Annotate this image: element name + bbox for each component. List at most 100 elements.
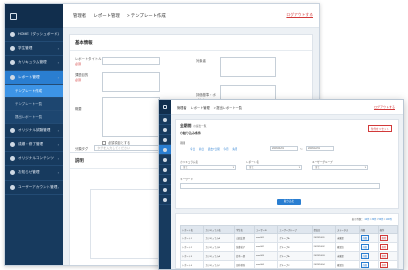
sidebar-item-label: レポート管理 (18, 74, 40, 79)
delete-button[interactable]: 削除 (379, 253, 389, 259)
sidebar-item[interactable]: レポート管理 › (5, 70, 63, 85)
results-panel: 表示件数： 10件 / 30件 / 50件 / 100件 レポート名 カリキュラム… (175, 213, 399, 269)
sidebar-subitem[interactable]: テンプレート作成 (5, 84, 63, 98)
cell-text: 2023/10/04 (313, 264, 325, 266)
submitter-input[interactable] (220, 57, 276, 77)
purpose-textarea[interactable] (102, 72, 160, 92)
table-cell: グループC (277, 260, 313, 269)
logout-link[interactable]: ログアウトする (286, 13, 313, 18)
cell-text: 鈴木一郎 (236, 256, 245, 258)
group-select[interactable]: 全て (312, 165, 368, 170)
table-cell: レポート4 (179, 260, 205, 269)
sidebar-item[interactable]: HOME（ダッシュボード） › (5, 28, 63, 43)
content-icon[interactable] (159, 175, 171, 185)
filter-subtitle: ⊙絞り込み条件 (180, 131, 202, 135)
breadcrumb-item[interactable]: レポート管理 (93, 13, 119, 18)
column-header[interactable]: レポート名 (179, 225, 205, 234)
report-select[interactable]: 全て (246, 165, 302, 170)
logout-link[interactable]: ログアウトする (374, 105, 395, 109)
search-button[interactable]: 絞り込む (277, 199, 301, 205)
date-from-input[interactable]: 2023/01/01 (270, 146, 298, 151)
sidebar-item[interactable]: 成績・修了管理 › (5, 138, 63, 153)
table-cell: 2023/10/03 (311, 251, 337, 261)
column-header[interactable]: ステータス (335, 225, 360, 234)
sidebar-item[interactable]: カリキュラム管理 › (5, 56, 63, 71)
column-header[interactable]: 学生名 (234, 225, 255, 234)
checkbox-icon[interactable] (102, 140, 106, 145)
column-header[interactable]: 操作 (377, 225, 399, 234)
curriculum-select[interactable]: 全て (180, 165, 236, 170)
sidebar-subitem[interactable]: 提出レポート一覧 (5, 110, 63, 124)
table-cell: user003 (253, 251, 279, 261)
sidebar-item[interactable]: 学生管理 › (5, 42, 63, 57)
period-link-last-month[interactable]: 先月 (232, 148, 237, 151)
sidebar-item[interactable]: オリジナル試験管理 › (5, 124, 63, 138)
column-header[interactable]: 提出日 (311, 225, 337, 234)
menu-icon (10, 32, 15, 38)
menu-icon (10, 156, 15, 162)
cell-text: user004 (255, 264, 264, 266)
detail-button[interactable]: 詳細 (360, 262, 369, 268)
table-cell: user002 (253, 242, 279, 252)
section-title: 基本情報 (70, 35, 312, 51)
cell-text: レポート4 (182, 265, 192, 267)
sidebar-item[interactable]: お知らせ管理 › (5, 166, 63, 181)
sidebar-item[interactable]: ユーザーアカウント管理 › (5, 181, 63, 195)
cell-text: user001 (255, 237, 264, 239)
breadcrumb-item: > テンプレート作成 (127, 12, 166, 18)
filter-panel: 全期間 の提出一覧 ⊙絞り込み条件 条件をリセット 期間 今日 前日 過去7日間 … (175, 119, 399, 209)
home-icon[interactable] (159, 115, 171, 125)
period-link-7days[interactable]: 過去7日間 (208, 148, 220, 151)
notice-icon[interactable] (159, 185, 171, 195)
table-cell: 2023/10/01 (311, 233, 337, 243)
table-header-row: レポート名 カリキュラム名 学生名 ユーザーID ユーザーグループ 提出日 ステータス 詳細操… (179, 225, 399, 234)
period-link-yesterday[interactable]: 前日 (199, 148, 204, 151)
page-size-30[interactable]: 30件 (371, 218, 376, 221)
page-size-label: 表示件数： (351, 218, 364, 221)
page-size-50[interactable]: 50件 (379, 218, 384, 221)
page-size-10[interactable]: 10件 (364, 218, 369, 221)
sidebar-subitem[interactable]: テンプレート一覧 (5, 97, 63, 111)
report-title-label-text: レポートタイトル (75, 57, 102, 61)
submitted-reports-window: 管理者 レポート管理 > 提出レポート一覧 ログアウトする 全期間 の提出一覧 ⊙… (158, 99, 404, 270)
breadcrumb-item[interactable]: 管理者 (177, 105, 187, 110)
delete-button[interactable]: 削除 (379, 262, 389, 268)
breadcrumb-item[interactable]: レポート管理 (191, 105, 210, 110)
delete-button[interactable]: 削除 (379, 235, 389, 241)
detail-button[interactable]: 詳細 (360, 253, 369, 259)
column-header[interactable]: ユーザーID (253, 225, 279, 234)
delete-button[interactable]: 削除 (379, 244, 389, 250)
exam-icon[interactable] (159, 155, 171, 165)
collapsed-sidebar (159, 100, 171, 269)
curriculum-icon[interactable] (159, 135, 171, 145)
table-cell: カリキュラムB (203, 242, 236, 252)
detail-button[interactable]: 詳細 (360, 244, 369, 250)
column-header[interactable]: 詳細 (358, 225, 379, 234)
logo-icon (159, 100, 171, 115)
breadcrumb-item: > 提出レポート一覧 (213, 105, 242, 110)
column-header[interactable]: カリキュラム名 (203, 225, 236, 234)
date-to-input[interactable]: 2023/12/31 (306, 146, 334, 151)
keyword-input[interactable] (180, 183, 380, 189)
reset-button[interactable]: 条件をリセット (367, 125, 392, 132)
logo-icon (10, 12, 17, 20)
detail-button[interactable]: 詳細 (360, 235, 369, 241)
period-link-today[interactable]: 今日 (190, 148, 195, 151)
cell-text: グループA (279, 256, 290, 258)
period-link-this-month[interactable]: 今月 (223, 148, 228, 151)
page-size-100[interactable]: 100件 (386, 218, 392, 221)
report-icon[interactable] (159, 145, 171, 155)
sidebar-item[interactable]: オリジナルコンテンツ › (5, 152, 63, 167)
report-title-input[interactable] (102, 57, 160, 65)
cell-text: 確認済 (337, 247, 344, 249)
student-icon[interactable] (159, 125, 171, 135)
table-cell: グループA (277, 251, 313, 261)
column-header[interactable]: ユーザーグループ (277, 225, 313, 234)
cell-text: 田中美咲 (236, 265, 245, 267)
sidebar-item-label: テンプレート一覧 (15, 102, 43, 107)
table-cell: レポート2 (179, 242, 205, 252)
breadcrumb-item[interactable]: 管理者 (73, 13, 86, 18)
account-icon[interactable] (159, 195, 171, 205)
summary-textarea[interactable] (102, 97, 160, 137)
grade-icon[interactable] (159, 165, 171, 175)
